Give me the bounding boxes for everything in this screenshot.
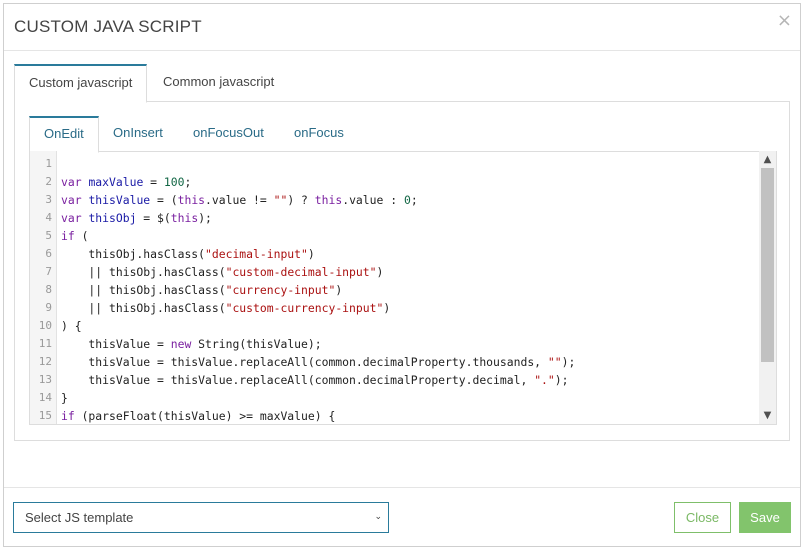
line-number: 2: [45, 175, 52, 188]
save-button[interactable]: Save: [739, 502, 791, 533]
line-number: 8: [45, 283, 52, 296]
tab-oninsert[interactable]: OnInsert: [99, 116, 177, 152]
code-line[interactable]: 11 thisValue = new String(thisValue);: [30, 335, 758, 353]
code-line[interactable]: 5 if (: [30, 227, 758, 245]
code-line[interactable]: 15 if (parseFloat(thisValue) >= maxValue)…: [30, 407, 758, 424]
modal-header: CUSTOM JAVA SCRIPT ×: [4, 4, 800, 51]
code-line[interactable]: 10 ) {: [30, 317, 758, 335]
code-text: thisObj.hasClass("decimal-input"): [61, 247, 315, 261]
line-number: 11: [38, 337, 52, 350]
line-number: 10: [38, 319, 52, 332]
tab-onfocusout[interactable]: onFocusOut: [179, 116, 278, 152]
code-text: || thisObj.hasClass("currency-input"): [61, 283, 343, 297]
code-text: var maxValue = 100;: [61, 175, 192, 189]
js-template-select[interactable]: Select JS template ⌄: [13, 502, 389, 533]
line-number: 7: [45, 265, 52, 278]
close-button[interactable]: Close: [674, 502, 731, 533]
js-template-select-value: Select JS template: [25, 510, 134, 525]
line-number: 14: [38, 391, 52, 404]
line-number: 1: [45, 157, 52, 170]
editor-scrollbar[interactable]: ▲ ▼: [759, 151, 776, 424]
code-text: if (parseFloat(thisValue) >= maxValue) {: [61, 409, 336, 423]
code-line[interactable]: 1: [30, 155, 758, 173]
tab-common-javascript[interactable]: Common javascript: [149, 64, 288, 102]
code-editor[interactable]: 1 2 var maxValue = 100; 3 var thisValue = (t…: [29, 151, 777, 425]
line-number: 5: [45, 229, 52, 242]
scroll-up-icon[interactable]: ▲: [759, 151, 776, 168]
code-line[interactable]: 9 || thisObj.hasClass("custom-currency-i…: [30, 299, 758, 317]
code-line[interactable]: 6 thisObj.hasClass("decimal-input"): [30, 245, 758, 263]
line-number: 15: [38, 409, 52, 422]
line-number: 4: [45, 211, 52, 224]
code-text: ) {: [61, 319, 82, 333]
line-number: 9: [45, 301, 52, 314]
close-icon[interactable]: ×: [777, 12, 792, 30]
code-lines[interactable]: 1 2 var maxValue = 100; 3 var thisValue = (t…: [30, 155, 758, 424]
code-text: || thisObj.hasClass("custom-decimal-inpu…: [61, 265, 384, 279]
custom-js-modal: CUSTOM JAVA SCRIPT × Custom javascript C…: [3, 3, 801, 547]
tab-onfocus[interactable]: onFocus: [280, 116, 358, 152]
scroll-down-icon[interactable]: ▼: [759, 407, 776, 424]
modal-title: CUSTOM JAVA SCRIPT: [14, 17, 202, 36]
custom-javascript-panel: OnEdit OnInsert onFocusOut onFocus 1 2 var…: [14, 101, 790, 441]
code-text: var thisValue = (this.value != "") ? thi…: [61, 193, 418, 207]
code-text: || thisObj.hasClass("custom-currency-inp…: [61, 301, 391, 315]
line-number: 6: [45, 247, 52, 260]
code-text: thisValue = thisValue.replaceAll(common.…: [61, 373, 569, 387]
modal-footer: Select JS template ⌄ Close Save: [4, 487, 800, 547]
line-number: 3: [45, 193, 52, 206]
code-text: thisValue = new String(thisValue);: [61, 337, 322, 351]
code-line[interactable]: 8 || thisObj.hasClass("currency-input"): [30, 281, 758, 299]
code-line[interactable]: 14}: [30, 389, 758, 407]
code-line[interactable]: 2 var maxValue = 100;: [30, 173, 758, 191]
code-line[interactable]: 13 thisValue = thisValue.replaceAll(comm…: [30, 371, 758, 389]
code-text: }: [61, 391, 68, 405]
code-line[interactable]: 4 var thisObj = $(this);: [30, 209, 758, 227]
code-text: if (: [61, 229, 89, 243]
scrollbar-thumb[interactable]: [761, 168, 774, 362]
code-text: thisValue = thisValue.replaceAll(common.…: [61, 355, 576, 369]
line-number: 13: [38, 373, 52, 386]
tab-custom-javascript[interactable]: Custom javascript: [14, 64, 148, 103]
line-number: 12: [38, 355, 52, 368]
code-line[interactable]: 3 var thisValue = (this.value != "") ? th…: [30, 191, 758, 209]
code-line[interactable]: 7 || thisObj.hasClass("custom-decimal-in…: [30, 263, 758, 281]
code-text: var thisObj = $(this);: [61, 211, 212, 225]
tab-onedit[interactable]: OnEdit: [29, 116, 99, 153]
code-line[interactable]: 12 thisValue = thisValue.replaceAll(comm…: [30, 353, 758, 371]
event-tab-bar: OnEdit OnInsert onFocusOut onFocus: [29, 116, 775, 153]
outer-tab-bar: Custom javascript Common javascript: [14, 64, 790, 103]
chevron-down-icon: ⌄: [374, 512, 382, 522]
